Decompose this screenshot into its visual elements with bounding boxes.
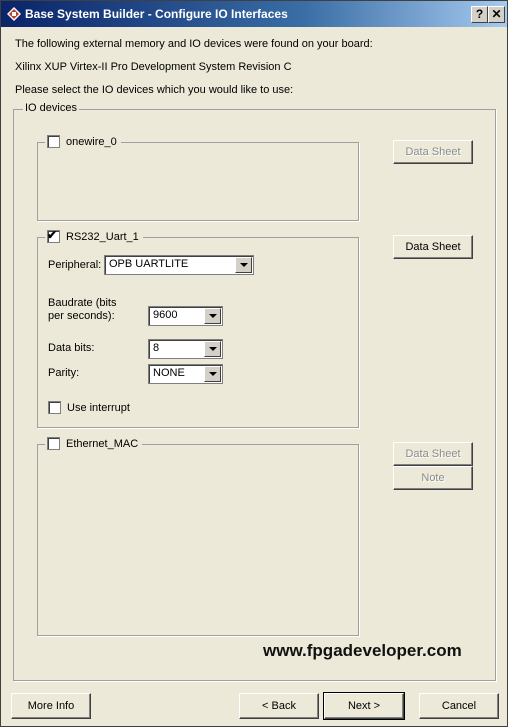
use-interrupt-label: Use interrupt xyxy=(67,401,130,414)
parity-select[interactable]: NONE xyxy=(148,364,223,384)
help-button[interactable]: ? xyxy=(471,6,488,23)
io-devices-label: IO devices xyxy=(23,102,79,114)
next-button[interactable]: Next > xyxy=(323,692,405,720)
use-interrupt-checkbox[interactable] xyxy=(48,401,61,414)
parity-label: Parity: xyxy=(48,367,80,379)
cancel-button[interactable]: Cancel xyxy=(419,693,499,719)
chevron-down-icon[interactable] xyxy=(204,308,221,324)
title-bar[interactable]: Base System Builder - Configure IO Inter… xyxy=(1,1,507,27)
intro-text-board: Xilinx XUP Virtex-II Pro Development Sys… xyxy=(15,61,292,73)
rs232-datasheet-button[interactable]: Data Sheet xyxy=(393,235,473,259)
dialog-window: Base System Builder - Configure IO Inter… xyxy=(0,0,508,727)
window-title: Base System Builder - Configure IO Inter… xyxy=(25,7,288,21)
rs232-label: RS232_Uart_1 xyxy=(66,230,139,243)
ethernet-legend: Ethernet_MAC xyxy=(45,437,143,450)
ethernet-note-button[interactable]: Note xyxy=(393,466,473,490)
parity-value: NONE xyxy=(153,367,185,379)
databits-value: 8 xyxy=(153,342,160,354)
rs232-legend: ✔ RS232_Uart_1 xyxy=(45,228,143,243)
app-logo-icon xyxy=(7,7,21,21)
databits-label: Data bits: xyxy=(48,342,95,354)
onewire-datasheet-button[interactable]: Data Sheet xyxy=(393,140,473,164)
back-button[interactable]: < Back xyxy=(239,693,319,719)
peripheral-select[interactable]: OPB UARTLITE xyxy=(104,255,254,275)
checkmark-icon: ✔ xyxy=(47,228,58,242)
intro-text-found: The following external memory and IO dev… xyxy=(15,38,373,50)
more-info-button[interactable]: More Info xyxy=(11,693,91,719)
intro-text-select: Please select the IO devices which you w… xyxy=(15,84,294,96)
baudrate-label-line2: per seconds): xyxy=(48,310,115,322)
ethernet-group xyxy=(37,444,359,636)
watermark-text: www.fpgadeveloper.com xyxy=(263,641,462,660)
chevron-down-icon[interactable] xyxy=(204,341,221,357)
onewire-label: onewire_0 xyxy=(66,135,117,148)
peripheral-label: Peripheral: xyxy=(48,259,102,271)
onewire-checkbox[interactable] xyxy=(47,135,60,148)
chevron-down-icon[interactable] xyxy=(235,257,252,273)
databits-select[interactable]: 8 xyxy=(148,339,223,359)
ethernet-label: Ethernet_MAC xyxy=(66,437,139,450)
use-interrupt-option[interactable]: Use interrupt xyxy=(48,401,130,414)
chevron-down-icon[interactable] xyxy=(204,366,221,382)
close-button[interactable]: ✕ xyxy=(488,6,505,23)
baudrate-select[interactable]: 9600 xyxy=(148,306,223,326)
baudrate-label-line1: Baudrate (bits xyxy=(48,297,117,309)
ethernet-checkbox[interactable] xyxy=(47,437,60,450)
rs232-checkbox[interactable]: ✔ xyxy=(47,228,60,243)
onewire-legend: onewire_0 xyxy=(45,135,121,148)
peripheral-value: OPB UARTLITE xyxy=(109,258,189,270)
baudrate-value: 9600 xyxy=(153,309,178,321)
ethernet-datasheet-button[interactable]: Data Sheet xyxy=(393,442,473,466)
onewire-group xyxy=(37,142,359,221)
